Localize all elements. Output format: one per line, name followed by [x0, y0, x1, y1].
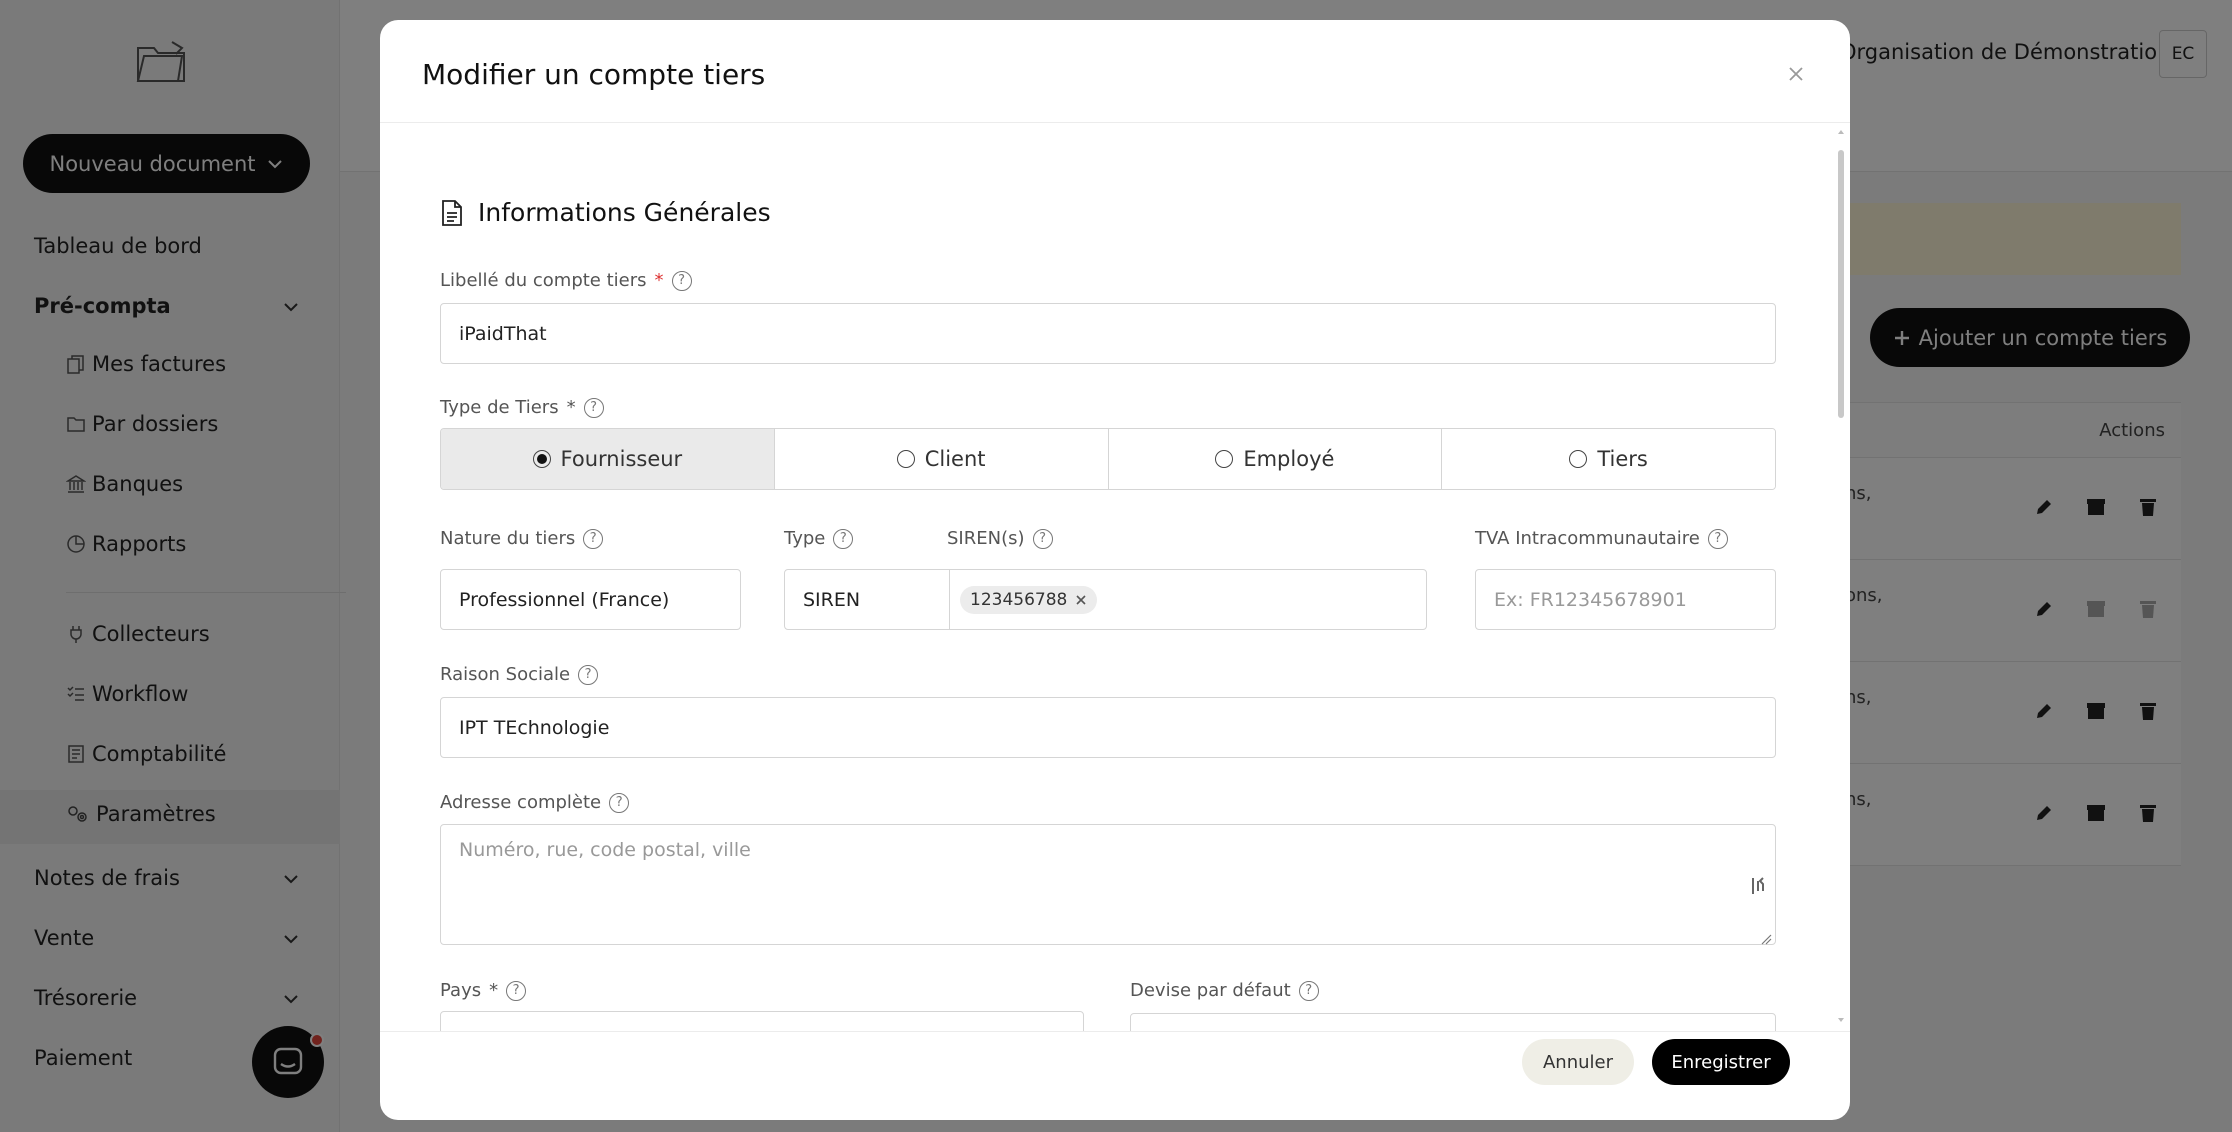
modal-title: Modifier un compte tiers: [422, 58, 766, 91]
close-icon[interactable]: [1780, 58, 1812, 90]
scrollbar-thumb[interactable]: [1838, 150, 1844, 418]
label-text: Raison Sociale: [440, 664, 571, 685]
scroll-down-icon[interactable]: [1837, 1016, 1845, 1024]
option-label: Tiers: [1597, 447, 1648, 471]
siren-tags-input[interactable]: 123456788: [949, 569, 1427, 630]
devise-select[interactable]: [1130, 1013, 1776, 1031]
radio-selected-icon: [532, 450, 551, 468]
help-icon[interactable]: ?: [671, 270, 692, 291]
type-option-fournisseur[interactable]: Fournisseur: [441, 429, 775, 489]
scroll-up-icon[interactable]: [1837, 128, 1845, 136]
modal-scrollbar[interactable]: [1836, 128, 1846, 1028]
label-text: TVA Intracommunautaire: [1475, 528, 1700, 549]
document-icon: [442, 199, 462, 226]
label-tva: TVA Intracommunautaire ?: [1475, 528, 1728, 549]
option-label: Client: [924, 447, 986, 471]
pays-select[interactable]: [440, 1011, 1084, 1031]
help-icon[interactable]: ?: [583, 528, 604, 549]
required-marker: *: [566, 397, 576, 418]
label-pays: Pays * ?: [440, 980, 527, 1001]
resize-handle-icon[interactable]: [1760, 933, 1772, 945]
help-icon[interactable]: ?: [833, 528, 854, 549]
remove-tag-icon[interactable]: [1075, 594, 1087, 606]
help-icon[interactable]: ?: [506, 980, 527, 1001]
option-label: Fournisseur: [560, 447, 683, 471]
help-icon[interactable]: ?: [1298, 980, 1319, 1001]
required-marker: *: [654, 270, 664, 291]
label-text: Pays: [440, 980, 482, 1001]
help-icon[interactable]: ?: [609, 792, 630, 813]
label-text: SIREN(s): [947, 528, 1025, 549]
radio-icon: [1569, 450, 1588, 468]
label-text: Devise par défaut: [1130, 980, 1291, 1001]
save-button[interactable]: Enregistrer: [1652, 1039, 1790, 1085]
raison-sociale-input[interactable]: IPT TEchnologie: [440, 697, 1776, 758]
id-type-select[interactable]: SIREN: [784, 569, 950, 630]
type-option-tiers[interactable]: Tiers: [1442, 429, 1775, 489]
label-raison-sociale: Raison Sociale ?: [440, 664, 599, 685]
type-option-client[interactable]: Client: [774, 429, 1109, 489]
help-icon[interactable]: ?: [583, 397, 604, 418]
adresse-textarea[interactable]: Numéro, rue, code postal, ville: [440, 824, 1776, 945]
siren-tag-label: 123456788: [970, 589, 1068, 610]
siren-tag: 123456788: [960, 585, 1098, 614]
label-text: Type de Tiers: [440, 397, 559, 418]
label-type: Type ?: [784, 528, 854, 549]
label-text: Nature du tiers: [440, 528, 576, 549]
password-manager-icon[interactable]: [1750, 875, 1768, 897]
cancel-button[interactable]: Annuler: [1522, 1039, 1634, 1085]
label-nature: Nature du tiers ?: [440, 528, 604, 549]
modal-body: Informations Générales Libellé du compte…: [380, 123, 1850, 1031]
modal-footer-divider: [380, 1031, 1850, 1032]
type-tiers-selector: Fournisseur Client Employé Tiers: [440, 428, 1776, 490]
radio-icon: [1215, 450, 1234, 468]
help-icon[interactable]: ?: [1032, 528, 1053, 549]
label-devise: Devise par défaut ?: [1130, 980, 1319, 1001]
help-icon[interactable]: ?: [578, 664, 599, 685]
section-title: Informations Générales: [440, 198, 771, 227]
nature-select[interactable]: Professionnel (France): [440, 569, 741, 630]
label-libelle: Libellé du compte tiers * ?: [440, 270, 692, 291]
type-option-employe[interactable]: Employé: [1108, 429, 1443, 489]
tva-input[interactable]: Ex: FR12345678901: [1475, 569, 1776, 630]
label-text: Type: [784, 528, 826, 549]
label-type-tiers: Type de Tiers * ?: [440, 397, 604, 418]
edit-third-party-modal: Modifier un compte tiers Informations Gé…: [380, 20, 1850, 1120]
option-label: Employé: [1243, 447, 1335, 471]
help-icon[interactable]: ?: [1707, 528, 1728, 549]
label-text: Libellé du compte tiers: [440, 270, 647, 291]
required-marker: *: [489, 980, 499, 1001]
libelle-input[interactable]: iPaidThat: [440, 303, 1776, 364]
label-siren: SIREN(s) ?: [947, 528, 1053, 549]
label-text: Adresse complète: [440, 792, 602, 813]
section-title-label: Informations Générales: [478, 198, 771, 227]
label-adresse: Adresse complète ?: [440, 792, 630, 813]
radio-icon: [896, 450, 915, 468]
